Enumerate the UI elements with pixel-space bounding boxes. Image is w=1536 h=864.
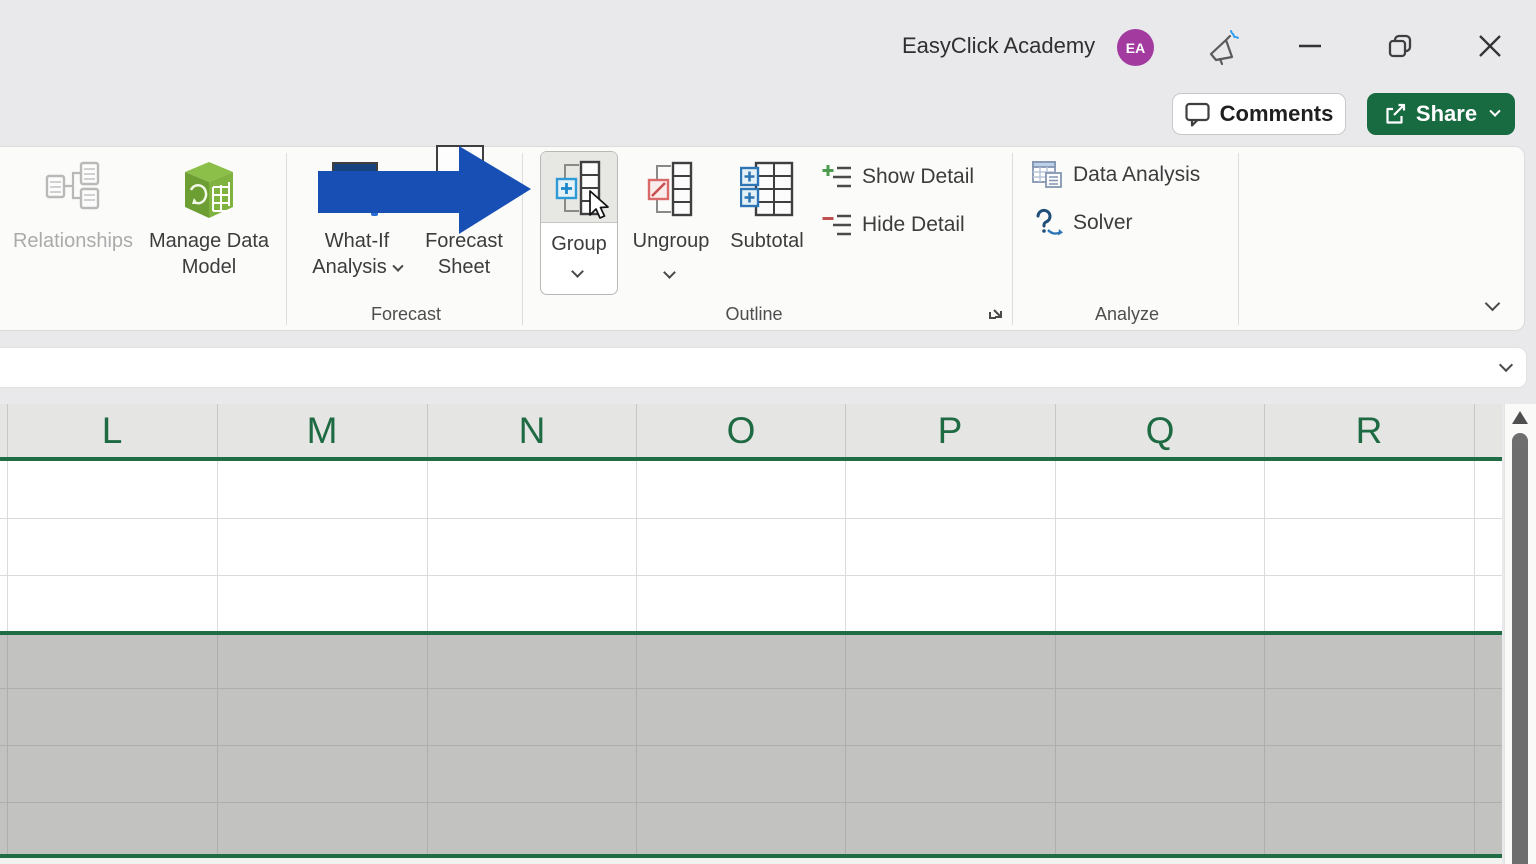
whats-new-megaphone-icon[interactable]	[1203, 27, 1243, 67]
close-button[interactable]	[1472, 28, 1508, 64]
hide-detail-icon	[822, 214, 851, 235]
share-button[interactable]: Share	[1367, 93, 1515, 135]
share-icon	[1386, 103, 1406, 124]
scrollbar-up-arrow-icon[interactable]	[1512, 411, 1528, 424]
what-if-dropdown-chevron-icon	[392, 260, 404, 272]
ribbon-group-caption-outline: Outline	[725, 304, 783, 324]
hide-detail-button[interactable]: Hide Detail	[822, 210, 965, 240]
ribbon-group-divider	[1238, 153, 1239, 325]
avatar-initials: EA	[1125, 39, 1146, 56]
outline-dialog-launcher-icon[interactable]	[986, 302, 1006, 322]
ribbon-collapse-button[interactable]	[1480, 295, 1504, 316]
show-detail-label: Show Detail	[862, 165, 975, 188]
comments-label: Comments	[1219, 101, 1334, 126]
column-header-N[interactable]: N	[427, 404, 637, 457]
relationships-icon	[44, 160, 102, 217]
data-analysis-label: Data Analysis	[1073, 163, 1201, 186]
column-header-P[interactable]: P	[845, 404, 1055, 457]
minimize-icon	[1299, 44, 1321, 48]
unselected-rows-region[interactable]	[0, 461, 1502, 631]
ribbon-group-caption-analyze: Analyze	[1094, 304, 1160, 324]
vertical-scrollbar[interactable]	[1504, 404, 1536, 864]
relationships-button[interactable]: Relationships	[6, 152, 140, 328]
solver-label: Solver	[1073, 211, 1133, 234]
restore-icon	[1388, 34, 1412, 58]
ungroup-icon	[647, 160, 695, 223]
ungroup-label: Ungroup	[632, 230, 710, 252]
column-header-row: L M N O P Q R	[0, 404, 1502, 457]
column-header-L[interactable]: L	[7, 404, 217, 457]
hide-detail-label: Hide Detail	[862, 213, 965, 236]
group-dropdown-chevron-icon	[571, 265, 584, 278]
restore-button[interactable]	[1382, 28, 1418, 64]
ribbon-group-divider	[1012, 153, 1013, 325]
ungroup-dropdown-chevron-icon	[663, 266, 676, 279]
column-header-O[interactable]: O	[636, 404, 846, 457]
comments-button[interactable]: Comments	[1172, 93, 1346, 135]
show-detail-button[interactable]: Show Detail	[822, 162, 974, 192]
formula-bar[interactable]	[0, 347, 1527, 388]
comments-icon	[1185, 102, 1210, 127]
data-analysis-icon	[1032, 161, 1062, 188]
show-detail-icon	[822, 164, 851, 187]
ungroup-button[interactable]: Ungroup	[624, 152, 718, 328]
subtotal-icon	[739, 160, 794, 223]
manage-data-model-icon	[181, 160, 237, 225]
solver-icon	[1036, 208, 1063, 236]
column-header-R[interactable]: R	[1264, 404, 1474, 457]
subtotal-button[interactable]: Subtotal	[720, 152, 814, 328]
minimize-button[interactable]	[1292, 28, 1328, 64]
excel-window: EasyClick Academy EA Comments Share Rela…	[0, 0, 1536, 864]
share-dropdown-chevron-icon	[1489, 105, 1501, 117]
column-header-Q[interactable]: Q	[1055, 404, 1265, 457]
ribbon-group-divider	[286, 153, 287, 325]
manage-data-model-label: Manage Data Model	[148, 230, 270, 278]
selected-rows-region[interactable]	[0, 635, 1502, 854]
subtotal-label: Subtotal	[730, 230, 804, 252]
manage-data-model-button[interactable]: Manage Data Model	[148, 152, 270, 328]
account-name[interactable]: EasyClick Academy	[902, 33, 1095, 59]
column-header-M[interactable]: M	[217, 404, 427, 457]
scrollbar-thumb[interactable]	[1512, 433, 1528, 864]
formula-bar-expand-chevron-icon[interactable]	[1496, 357, 1516, 376]
data-analysis-button[interactable]: Data Analysis	[1032, 160, 1200, 190]
avatar[interactable]: EA	[1117, 29, 1154, 66]
annotation-arrow	[318, 142, 534, 243]
group-label: Group	[551, 233, 607, 255]
ribbon-group-caption-forecast: Forecast	[370, 304, 442, 324]
ribbon-collapse-chevron-icon	[1484, 295, 1500, 312]
relationships-label: Relationships	[12, 230, 134, 252]
spreadsheet-grid[interactable]: L M N O P Q R	[0, 404, 1502, 864]
share-label: Share	[1415, 101, 1478, 126]
mouse-cursor-icon	[586, 190, 612, 225]
solver-button[interactable]: Solver	[1032, 208, 1133, 238]
close-icon	[1479, 35, 1501, 57]
partial-row[interactable]	[0, 858, 1502, 864]
